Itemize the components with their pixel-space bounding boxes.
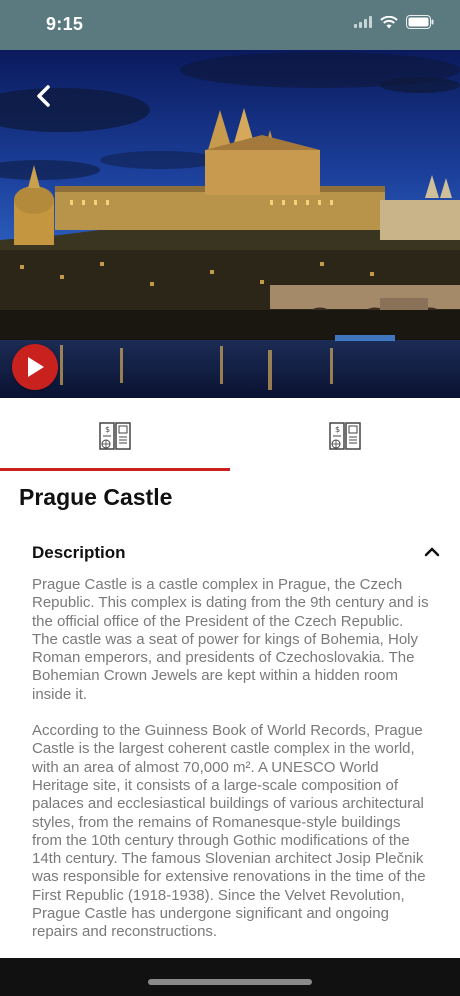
play-button[interactable] [12, 344, 58, 390]
status-icons [354, 15, 434, 29]
signal-icon [354, 16, 372, 28]
description-paragraph: Prague Castle is a castle complex in Pra… [32, 576, 429, 703]
active-tab-indicator [0, 468, 230, 471]
back-button[interactable] [26, 78, 62, 114]
description-heading: Description [32, 543, 126, 562]
brochure-icon: $ [329, 421, 361, 450]
wifi-icon [380, 15, 398, 28]
hero-image [0, 50, 460, 398]
tab-bar: $ $ [0, 398, 460, 473]
castle-photo [0, 50, 460, 398]
svg-text:$: $ [105, 425, 110, 434]
description-body: Prague Castle is a castle complex in Pra… [32, 576, 430, 960]
status-bar: 9:15 [0, 0, 460, 50]
chevron-left-icon [37, 85, 50, 107]
page-title: Prague Castle [19, 484, 173, 510]
home-indicator[interactable] [148, 979, 312, 985]
play-icon [28, 357, 44, 377]
svg-text:$: $ [335, 425, 340, 434]
battery-icon [406, 15, 434, 29]
description-paragraph: According to the Guinness Book of World … [32, 722, 426, 941]
chevron-up-icon [424, 547, 440, 557]
bottom-bar [0, 958, 460, 996]
brochure-icon: $ [99, 421, 131, 450]
tab-info-1[interactable]: $ [0, 398, 230, 473]
tab-info-2[interactable]: $ [230, 398, 460, 473]
description-toggle[interactable]: Description [32, 542, 440, 568]
status-time: 9:15 [46, 14, 84, 34]
